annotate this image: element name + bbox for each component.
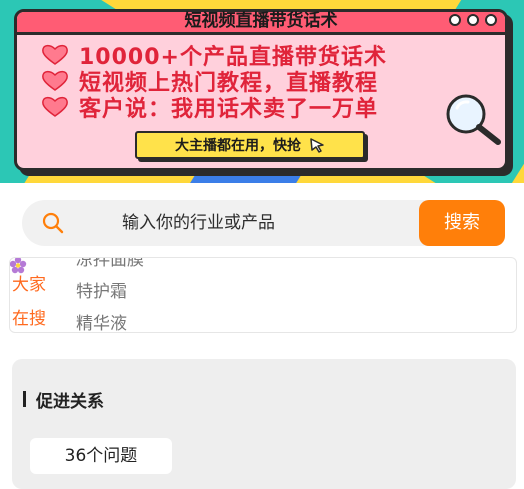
heart-icon xyxy=(41,70,69,92)
trending-item[interactable]: 精华液 xyxy=(76,308,144,332)
heart-icon xyxy=(41,96,69,118)
cursor-icon xyxy=(310,138,324,153)
window-controls xyxy=(449,14,497,26)
section-marker xyxy=(23,391,26,407)
banner-line: 客户说：我用话术卖了一万单 xyxy=(41,94,387,122)
trending-list: 凉拌面膜 特护霜 精华液 xyxy=(76,258,144,332)
heart-icon xyxy=(41,44,69,66)
magnifier-icon xyxy=(446,94,501,145)
banner-window: 短视频直播带货话术 10000+个产品直播带货话术 短视频上热门教程，直播教程 xyxy=(14,9,508,171)
trending-item[interactable]: 特护霜 xyxy=(76,276,144,308)
window-dot-icon xyxy=(485,14,497,26)
question-count-button[interactable]: 36个问题 xyxy=(30,438,172,474)
search-button[interactable]: 搜索 xyxy=(419,200,505,246)
window-dot-icon xyxy=(449,14,461,26)
trending-item[interactable]: 凉拌面膜 xyxy=(76,258,144,276)
promo-banner[interactable]: 短视频直播带货话术 10000+个产品直播带货话术 短视频上热门教程，直播教程 xyxy=(0,0,524,183)
banner-title: 短视频直播带货话术 xyxy=(184,11,338,31)
banner-cta-label: 大主播都在用，快抢 xyxy=(175,138,301,154)
search-input[interactable]: 输入你的行业或产品 xyxy=(122,200,275,246)
banner-cta-button[interactable]: 大主播都在用，快抢 xyxy=(135,131,365,159)
category-card: 促进关系 36个问题 xyxy=(12,359,516,489)
search-icon xyxy=(42,212,64,234)
banner-line-text: 客户说：我用话术卖了一万单 xyxy=(79,97,379,122)
trending-label: 大家 xyxy=(12,275,46,295)
category-title: 促进关系 xyxy=(36,392,104,412)
trending-label: 在搜 xyxy=(12,309,46,329)
banner-window-titlebar: 短视频直播带货话术 xyxy=(17,12,505,35)
banner-headlines: 10000+个产品直播带货话术 短视频上热门教程，直播教程 客户说：我用话术卖了… xyxy=(41,42,387,122)
trending-searches: 大家 在搜 凉拌面膜 特护霜 精华液 xyxy=(9,257,517,333)
window-dot-icon xyxy=(467,14,479,26)
